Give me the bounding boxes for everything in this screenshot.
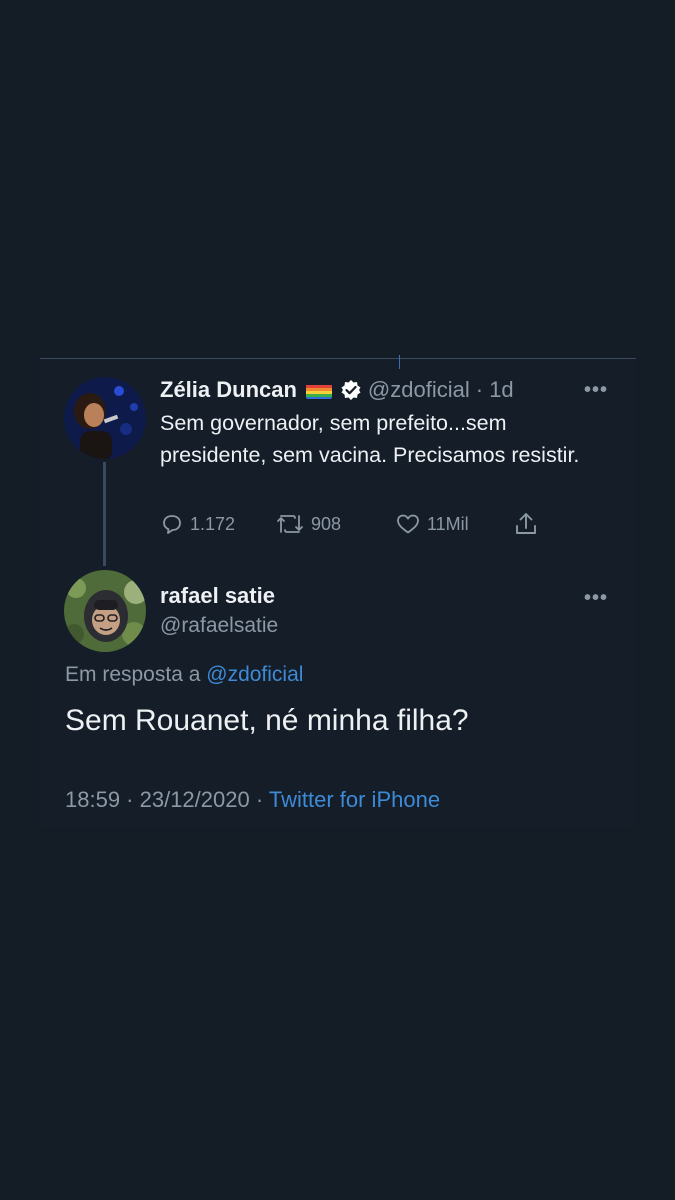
author-name[interactable]: Zélia Duncan	[160, 377, 297, 403]
reply-count: 1.172	[190, 513, 236, 534]
avatar[interactable]	[64, 570, 146, 652]
tweet-thread-card: Zélia Duncan @zdoficial · 1d ••• Sem gov…	[40, 355, 636, 828]
more-icon[interactable]: •••	[584, 587, 608, 610]
reply-button[interactable]: 1.172	[160, 512, 275, 536]
retweet-button[interactable]: 908	[275, 512, 395, 536]
thread-indicator	[399, 355, 400, 369]
time-ago: · 1d	[475, 377, 514, 402]
reply-text: Sem Rouanet, né minha filha?	[65, 704, 469, 737]
reply-author-handle[interactable]: @rafaelsatie	[160, 614, 278, 638]
replying-to: Em resposta a @zdoficial	[65, 663, 303, 687]
retweet-count: 908	[311, 513, 342, 534]
share-button[interactable]	[513, 511, 545, 537]
tweet-actions: 1.172 908 11Mil	[160, 509, 545, 539]
reply-icon	[163, 515, 181, 534]
timestamp[interactable]: 18:59 · 23/12/2020 ·	[65, 787, 263, 812]
tweet-text: Sem governador, sem prefeito...sem presi…	[160, 411, 580, 467]
tweet-meta: 18:59 · 23/12/2020 · Twitter for iPhone	[65, 787, 440, 813]
tweet-header: Zélia Duncan @zdoficial · 1d	[160, 377, 514, 403]
thread-connector-line	[103, 462, 106, 566]
like-count: 11Mil	[427, 513, 469, 534]
like-icon	[397, 514, 419, 534]
reply-author-name[interactable]: rafael satie	[160, 583, 275, 609]
source-link[interactable]: Twitter for iPhone	[269, 787, 440, 812]
retweet-icon	[277, 515, 303, 533]
verified-badge-icon	[340, 379, 362, 401]
author-handle[interactable]: @zdoficial	[368, 377, 470, 403]
like-button[interactable]: 11Mil	[395, 512, 513, 536]
flag-icon	[305, 382, 332, 399]
more-icon[interactable]: •••	[584, 379, 608, 402]
reply-to-prefix: Em resposta a	[65, 663, 201, 686]
mention-link[interactable]: @zdoficial	[206, 663, 303, 686]
share-icon	[516, 513, 536, 534]
avatar[interactable]	[64, 377, 146, 459]
